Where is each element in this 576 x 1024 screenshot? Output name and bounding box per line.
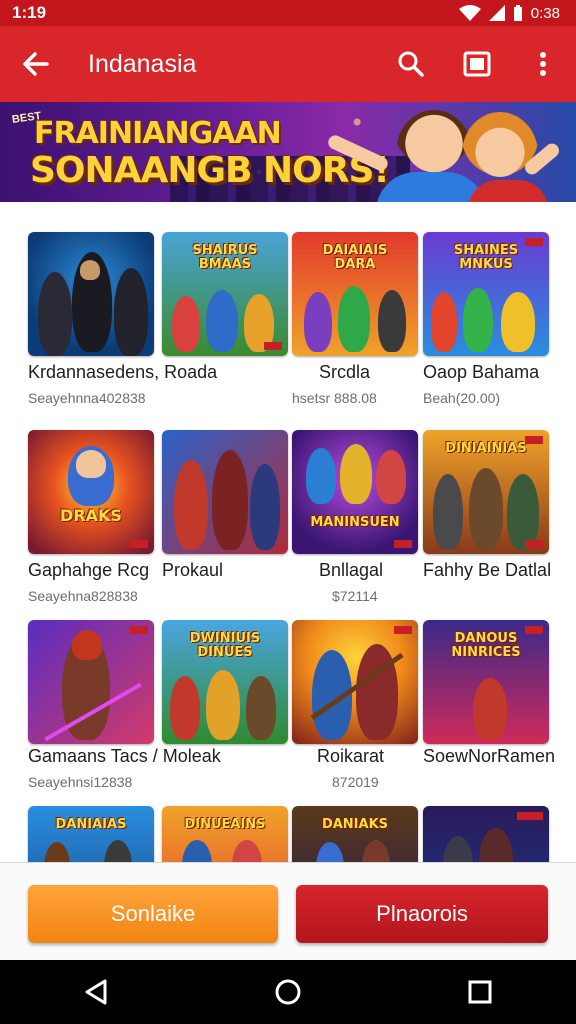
square-recents-icon: [468, 980, 492, 1004]
arrow-left-icon: [23, 52, 49, 76]
primary-button[interactable]: Sonlaike: [28, 885, 278, 943]
nav-home-button[interactable]: [258, 960, 318, 1024]
game-logo: SHAINES MNKUS: [453, 243, 519, 272]
game-title[interactable]: Srcdla: [319, 362, 370, 383]
game-tile[interactable]: MANINSUEN: [292, 430, 418, 554]
game-tile[interactable]: [162, 430, 288, 554]
game-title[interactable]: Krdannasedens, Roada: [28, 362, 217, 383]
game-tile[interactable]: DAIAIAIS DARA: [292, 232, 418, 356]
game-tile[interactable]: DANOUS NINRICES: [423, 620, 549, 744]
wifi-icon: [458, 5, 481, 21]
status-right-time: 0:38: [530, 4, 560, 22]
game-logo: DINUEAINS: [184, 817, 266, 832]
game-tile[interactable]: DANIAIAS: [28, 806, 154, 862]
game-tile[interactable]: [28, 620, 154, 744]
game-tile[interactable]: SHAINES MNKUS: [423, 232, 549, 356]
circle-home-icon: [275, 979, 301, 1005]
game-logo: DANIAIAS: [55, 817, 127, 832]
game-logo: DWINIUIS DINUES: [189, 631, 261, 660]
game-subtitle: Seayehna828838: [28, 588, 138, 604]
signal-icon: [488, 5, 505, 21]
game-tile[interactable]: DRAKS: [28, 430, 154, 554]
promo-banner[interactable]: BEST FRAINIANGAAN SONAANGB NORS!: [0, 102, 576, 202]
game-subtitle: hsetsr 888.08: [292, 390, 377, 406]
game-title[interactable]: Fahhy Be Datlal: [423, 560, 551, 581]
game-subtitle: Seayehnsi12838: [28, 774, 133, 790]
game-logo: DRAKS: [60, 506, 122, 525]
game-tile[interactable]: DANIAKS: [292, 806, 418, 862]
cast-icon: [463, 51, 491, 77]
system-nav-bar: [0, 960, 576, 1024]
game-subtitle: Beah(20.00): [423, 390, 501, 406]
nav-recents-button[interactable]: [450, 960, 510, 1024]
app-bar: Indanasia: [0, 26, 576, 102]
game-logo: DINIAINIAS: [445, 441, 527, 456]
nav-back-button[interactable]: [66, 960, 126, 1024]
triangle-back-icon: [85, 979, 107, 1005]
game-tile[interactable]: SHAIRUS BMAAS: [162, 232, 288, 356]
cast-button[interactable]: [444, 26, 510, 102]
game-title[interactable]: SoewNorRamen: [423, 746, 555, 767]
game-logo: DANIAKS: [321, 817, 389, 832]
game-tile[interactable]: [28, 232, 154, 356]
bottom-action-bar: Sonlaike Plnaorois: [0, 862, 576, 960]
game-tile[interactable]: [423, 806, 549, 862]
search-icon: [398, 51, 424, 77]
game-grid: SHAIRUS BMAAS DAIAIAIS DARA SHAINES MNKU…: [0, 202, 576, 862]
game-tile[interactable]: DWINIUIS DINUES: [162, 620, 288, 744]
secondary-button[interactable]: Plnaorois: [296, 885, 548, 943]
game-title[interactable]: Prokaul: [162, 560, 223, 581]
game-subtitle: $72114: [332, 588, 378, 604]
game-title[interactable]: Gamaans Tacs / Moleak: [28, 746, 221, 767]
battery-icon: [513, 5, 522, 21]
game-logo: DANOUS NINRICES: [451, 631, 521, 660]
status-time: 1:19: [12, 3, 47, 22]
game-tile[interactable]: [292, 620, 418, 744]
more-options-button[interactable]: [510, 26, 576, 102]
game-tile[interactable]: DINUEAINS: [162, 806, 288, 862]
status-bar: 1:19 0:38: [0, 0, 576, 26]
game-logo: SHAIRUS BMAAS: [192, 243, 258, 272]
game-logo: MANINSUEN: [310, 515, 400, 530]
game-title[interactable]: Oaop Bahama: [423, 362, 539, 383]
game-logo: DAIAIAIS DARA: [322, 243, 388, 272]
game-title[interactable]: Roikarat: [317, 746, 384, 767]
game-title[interactable]: Gaphahge Rcg: [28, 560, 149, 581]
banner-headline-2: SONAANGB NORS!: [30, 150, 390, 191]
banner-headline-1: FRAINIANGAAN: [34, 116, 282, 151]
game-subtitle: Seayehnna402838: [28, 390, 146, 406]
back-button[interactable]: [0, 26, 70, 102]
more-vert-icon: [540, 52, 546, 76]
search-button[interactable]: [378, 26, 444, 102]
game-subtitle: 872019: [332, 774, 379, 790]
game-tile[interactable]: DINIAINIAS: [423, 430, 549, 554]
game-title[interactable]: Bnllagal: [319, 560, 383, 581]
page-title: Indanasia: [88, 49, 197, 78]
